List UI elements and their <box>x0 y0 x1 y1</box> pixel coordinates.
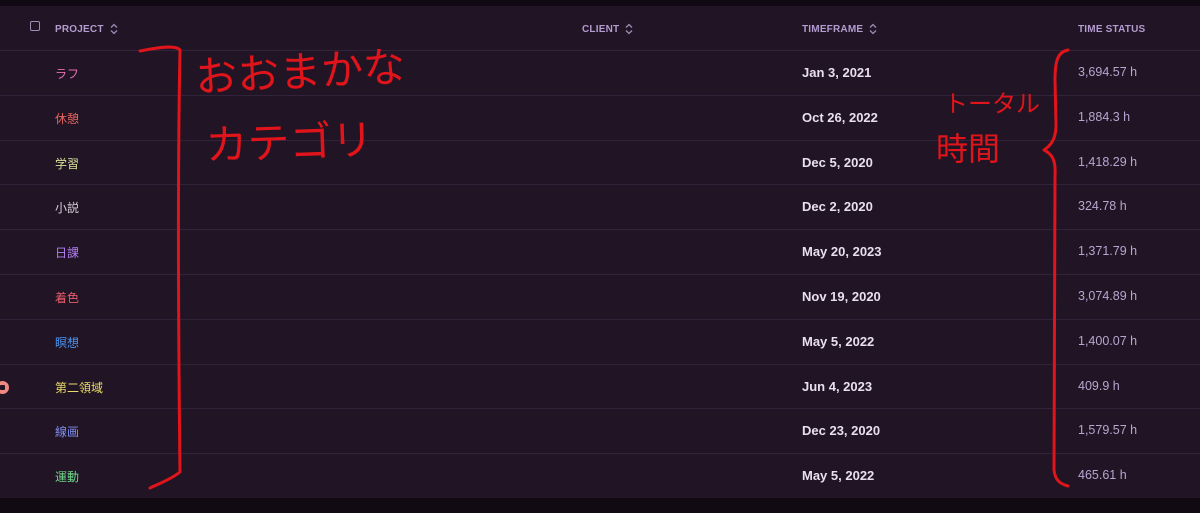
project-timeframe: Jun 4, 2023 <box>802 378 873 394</box>
project-name[interactable]: 小説 <box>55 199 79 216</box>
project-time-status: 1,418.29 h <box>1078 154 1138 169</box>
project-timeframe: Dec 23, 2020 <box>802 423 881 439</box>
column-header-time-status-label: TIME STATUS <box>1078 23 1146 35</box>
column-header-client[interactable]: CLIENT <box>582 22 633 36</box>
project-timeframe: May 5, 2022 <box>802 468 875 484</box>
projects-table: PROJECT CLIENT TIMEFRAME TIME STATUS ラフ J… <box>0 6 1200 499</box>
table-row[interactable]: 線画 Dec 23, 2020 1,579.57 h <box>0 409 1200 455</box>
project-name[interactable]: 休憩 <box>55 110 79 127</box>
table-row[interactable]: 学習 Dec 5, 2020 1,418.29 h <box>0 141 1200 186</box>
table-row[interactable]: ラフ Jan 3, 2021 3,694.57 h <box>0 51 1200 96</box>
table-row[interactable]: 瞑想 May 5, 2022 1,400.07 h <box>0 320 1200 365</box>
sort-icon[interactable] <box>869 23 877 35</box>
project-time-status: 1,579.57 h <box>1078 423 1138 438</box>
project-time-status: 1,371.79 h <box>1078 244 1138 259</box>
column-header-timeframe[interactable]: TIMEFRAME <box>802 22 877 36</box>
bottom-bar <box>0 498 1200 513</box>
project-time-status: 1,400.07 h <box>1078 333 1138 348</box>
table-row[interactable]: 第二領域 Jun 4, 2023 409.9 h <box>0 365 1200 410</box>
column-header-timeframe-label: TIMEFRAME <box>802 23 864 35</box>
project-time-status: 409.9 h <box>1078 378 1120 393</box>
column-header-project[interactable]: PROJECT <box>55 22 118 36</box>
project-time-status: 3,694.57 h <box>1078 65 1138 79</box>
project-timeframe: Oct 26, 2022 <box>802 109 878 125</box>
select-all-checkbox[interactable] <box>30 21 40 31</box>
project-timeframe: Nov 19, 2020 <box>802 289 881 304</box>
record-indicator-icon[interactable] <box>0 380 9 394</box>
table-row[interactable]: 休憩 Oct 26, 2022 1,884.3 h <box>0 96 1200 141</box>
project-name[interactable]: 瞑想 <box>55 334 79 351</box>
project-name[interactable]: 線画 <box>55 423 79 440</box>
project-timeframe: May 20, 2023 <box>802 244 882 260</box>
project-name[interactable]: 学習 <box>55 155 79 172</box>
table-header: PROJECT CLIENT TIMEFRAME TIME STATUS <box>0 6 1200 51</box>
project-time-status: 465.61 h <box>1078 468 1127 483</box>
project-timeframe: Jan 3, 2021 <box>802 65 872 80</box>
project-name[interactable]: 運動 <box>55 468 79 485</box>
project-timeframe: Dec 2, 2020 <box>802 199 873 215</box>
project-name[interactable]: 着色 <box>55 289 79 306</box>
project-time-status: 1,884.3 h <box>1078 109 1131 124</box>
project-name[interactable]: 日課 <box>55 244 79 261</box>
sort-icon[interactable] <box>110 23 118 35</box>
project-time-status: 3,074.89 h <box>1078 289 1138 303</box>
project-timeframe: May 5, 2022 <box>802 333 875 349</box>
table-row[interactable]: 小説 Dec 2, 2020 324.78 h <box>0 185 1200 231</box>
project-time-status: 324.78 h <box>1078 199 1127 214</box>
sort-icon[interactable] <box>625 23 633 35</box>
column-header-project-label: PROJECT <box>55 23 104 35</box>
project-name[interactable]: ラフ <box>55 65 79 82</box>
column-header-time-status: TIME STATUS <box>1078 22 1145 36</box>
table-row[interactable]: 着色 Nov 19, 2020 3,074.89 h <box>0 275 1200 320</box>
table-row[interactable]: 日課 May 20, 2023 1,371.79 h <box>0 230 1200 275</box>
project-name[interactable]: 第二領域 <box>55 379 103 396</box>
column-header-client-label: CLIENT <box>582 23 620 35</box>
project-timeframe: Dec 5, 2020 <box>802 154 873 170</box>
table-row[interactable]: 運動 May 5, 2022 465.61 h <box>0 454 1200 499</box>
